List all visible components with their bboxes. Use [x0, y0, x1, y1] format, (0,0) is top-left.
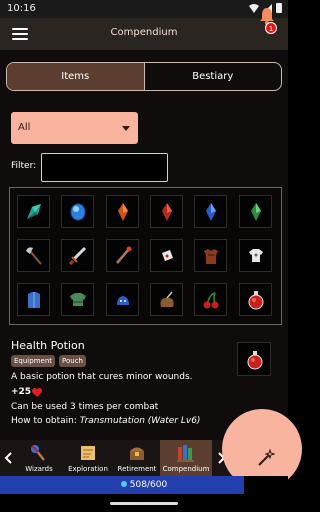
item-title: Health Potion — [11, 339, 85, 352]
nav-wizards[interactable]: Wizards — [13, 440, 65, 476]
blue-slime-icon — [117, 296, 129, 305]
item-tags: Equipment Pouch — [11, 355, 86, 367]
grid-item-pouch[interactable] — [150, 283, 183, 316]
cherries-icon — [203, 292, 219, 309]
tab-bestiary[interactable]: Bestiary — [145, 63, 282, 90]
battery-icon — [276, 3, 282, 13]
tag-pouch: Pouch — [59, 355, 86, 367]
magic-wand-icon — [258, 449, 275, 466]
item-description: A basic potion that cures minor wounds. — [11, 372, 193, 382]
teal-crystal-icon — [27, 204, 41, 219]
blue-gem-icon — [70, 203, 86, 221]
grid-item-staff[interactable] — [106, 239, 139, 272]
nav-retirement[interactable]: Retirement — [111, 440, 163, 476]
grid-item-blue-crystal[interactable] — [194, 195, 227, 228]
scroll-icon — [162, 250, 173, 261]
grid-item-scroll[interactable] — [150, 239, 183, 272]
green-tunic-icon — [70, 293, 86, 306]
category-dropdown-value: All — [18, 122, 31, 133]
blue-robe-icon — [28, 292, 40, 308]
nav-compendium[interactable]: Compendium — [160, 440, 212, 476]
grid-item-leather-armor[interactable] — [194, 239, 227, 272]
heart-icon — [32, 387, 43, 397]
green-crystal-icon — [251, 203, 261, 221]
grid-item-teal-crystal[interactable] — [17, 195, 50, 228]
item-stat-value: +25 — [11, 387, 32, 397]
tag-equipment: Equipment — [11, 355, 55, 367]
app-bar: Compendium — [0, 18, 288, 50]
main-content: Items Bestiary All Filter: Health Potion… — [0, 50, 288, 450]
filter-label: Filter: — [11, 161, 37, 171]
status-bar: 10:16 — [0, 0, 288, 18]
gesture-bar — [0, 494, 288, 512]
grid-item-red-crystal[interactable] — [150, 195, 183, 228]
segment-tabs: Items Bestiary — [6, 62, 282, 91]
orange-crystal-icon — [118, 203, 128, 221]
filter-input[interactable] — [41, 153, 168, 182]
mana-icon — [120, 481, 127, 487]
grid-item-cherries[interactable] — [194, 283, 227, 316]
tab-items[interactable]: Items — [7, 63, 145, 90]
mana-bar: 508/600 — [0, 476, 288, 494]
map-scroll-icon — [81, 446, 95, 460]
chevron-left-icon[interactable] — [4, 452, 12, 464]
grid-item-white-shirt[interactable] — [239, 239, 272, 272]
grid-item-blue-gem[interactable] — [61, 195, 94, 228]
axe-icon — [26, 247, 42, 265]
category-dropdown[interactable]: All — [11, 112, 138, 144]
item-stat: +25 — [11, 387, 43, 397]
pouch-icon — [160, 291, 174, 307]
treasure-chest-icon — [130, 447, 144, 460]
blue-crystal-icon — [206, 203, 216, 221]
grid-item-sword[interactable] — [61, 239, 94, 272]
item-grid — [9, 187, 282, 325]
item-obtain-source: Transmutation (Water Lv6) — [79, 416, 201, 426]
leather-armor-icon — [204, 249, 218, 264]
grid-item-green-crystal[interactable] — [239, 195, 272, 228]
grid-item-health-potion[interactable] — [239, 283, 272, 316]
mana-text: 508/600 — [0, 480, 288, 490]
health-potion-icon — [248, 291, 264, 310]
item-detail-image — [237, 342, 271, 376]
wifi-icon — [249, 4, 259, 13]
grid-item-orange-crystal[interactable] — [106, 195, 139, 228]
grid-item-green-tunic[interactable] — [61, 283, 94, 316]
sword-icon — [68, 246, 87, 266]
status-time: 10:16 — [7, 3, 36, 14]
nav-exploration[interactable]: Exploration — [62, 440, 114, 476]
grid-item-blue-robe[interactable] — [17, 283, 50, 316]
grid-item-blue-slime[interactable] — [106, 283, 139, 316]
white-shirt-icon — [249, 249, 263, 262]
notification-badge: 1 — [265, 22, 277, 34]
page-title: Compendium — [110, 27, 178, 38]
chevron-down-icon — [122, 126, 130, 131]
health-potion-icon — [247, 351, 263, 370]
item-obtain: How to obtain: Transmutation (Water Lv6) — [11, 416, 201, 426]
home-indicator[interactable] — [110, 502, 178, 505]
staff-icon — [116, 246, 132, 264]
wizard-staff-icon — [31, 445, 45, 461]
books-icon — [177, 445, 194, 462]
mana-value: 508/600 — [129, 480, 168, 490]
grid-item-axe[interactable] — [17, 239, 50, 272]
red-crystal-icon — [162, 203, 172, 221]
item-uses: Can be used 3 times per combat — [11, 402, 159, 412]
